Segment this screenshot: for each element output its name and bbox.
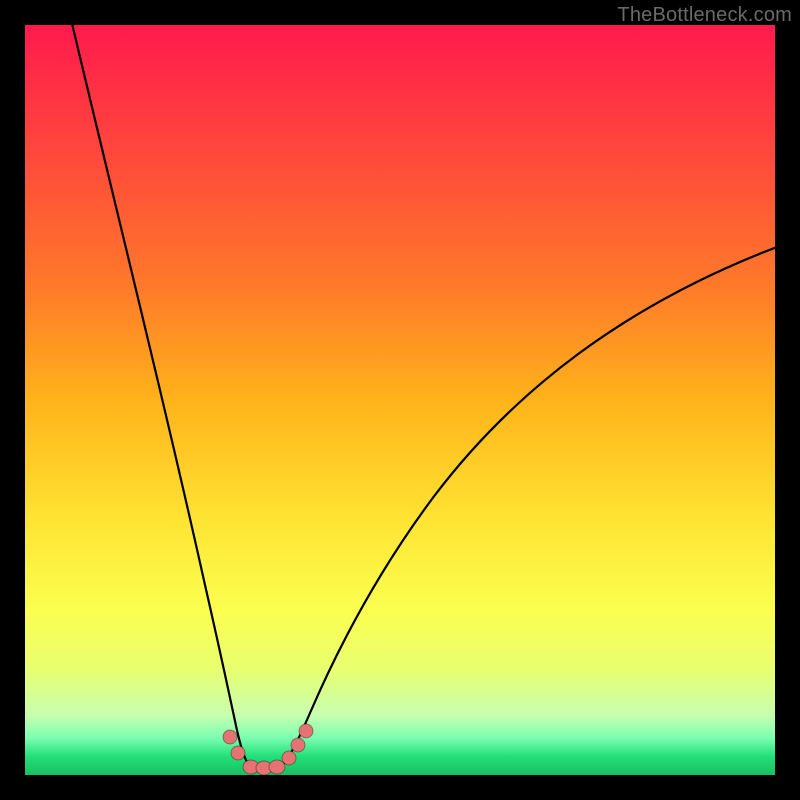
curve-left-branch [70,25,252,769]
scatter-point [231,746,245,760]
scatter-point [269,760,285,774]
bottleneck-curve [25,25,775,775]
plot-frame [25,25,775,775]
watermark-text: TheBottleneck.com [617,4,792,27]
scatter-point [282,751,296,765]
scatter-point [299,724,313,738]
scatter-point [291,738,305,752]
scatter-point [223,730,237,744]
curve-right-branch [278,247,775,769]
